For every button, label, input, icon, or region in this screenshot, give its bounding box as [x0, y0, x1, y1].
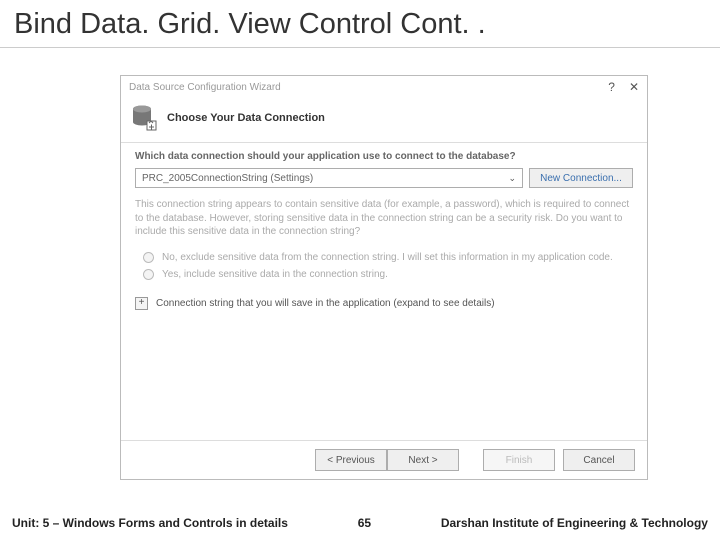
- expand-button[interactable]: +: [135, 297, 148, 310]
- connection-string-expand-label: Connection string that you will save in …: [156, 298, 495, 309]
- database-icon: [131, 104, 157, 132]
- radio-include-label: Yes, include sensitive data in the conne…: [162, 269, 388, 280]
- wizard-header-title: Choose Your Data Connection: [167, 112, 325, 124]
- footer-institute: Darshan Institute of Engineering & Techn…: [441, 516, 708, 530]
- divider: [121, 142, 647, 143]
- connection-selected-value: PRC_2005ConnectionString (Settings): [142, 173, 313, 184]
- close-icon[interactable]: ✕: [629, 80, 639, 94]
- slide-footer: Unit: 5 – Windows Forms and Controls in …: [0, 508, 720, 540]
- window-titlebar: Data Source Configuration Wizard ? ✕: [121, 76, 647, 98]
- next-button[interactable]: Next >: [387, 449, 459, 471]
- radio-include-sensitive[interactable]: Yes, include sensitive data in the conne…: [135, 266, 633, 283]
- connection-dropdown[interactable]: PRC_2005ConnectionString (Settings) ⌄: [135, 168, 523, 188]
- radio-exclude-sensitive[interactable]: No, exclude sensitive data from the conn…: [135, 249, 633, 266]
- window-title-text: Data Source Configuration Wizard: [129, 82, 281, 93]
- wizard-header: Choose Your Data Connection: [121, 98, 647, 142]
- radio-icon: [143, 252, 154, 263]
- finish-button: Finish: [483, 449, 555, 471]
- help-icon[interactable]: ?: [608, 80, 615, 94]
- connection-question: Which data connection should your applic…: [135, 151, 633, 162]
- footer-page-number: 65: [358, 516, 371, 530]
- radio-icon: [143, 269, 154, 280]
- slide-title: Bind Data. Grid. View Control Cont. .: [0, 0, 720, 48]
- cancel-button[interactable]: Cancel: [563, 449, 635, 471]
- new-connection-button[interactable]: New Connection...: [529, 168, 633, 188]
- footer-unit: Unit: 5 – Windows Forms and Controls in …: [12, 516, 288, 530]
- chevron-down-icon: ⌄: [508, 173, 516, 184]
- sensitive-data-explanation: This connection string appears to contai…: [135, 198, 633, 239]
- wizard-button-bar: < Previous Next > Finish Cancel: [121, 440, 647, 479]
- previous-button[interactable]: < Previous: [315, 449, 387, 471]
- radio-exclude-label: No, exclude sensitive data from the conn…: [162, 252, 613, 263]
- wizard-window: Data Source Configuration Wizard ? ✕ Cho…: [120, 75, 648, 480]
